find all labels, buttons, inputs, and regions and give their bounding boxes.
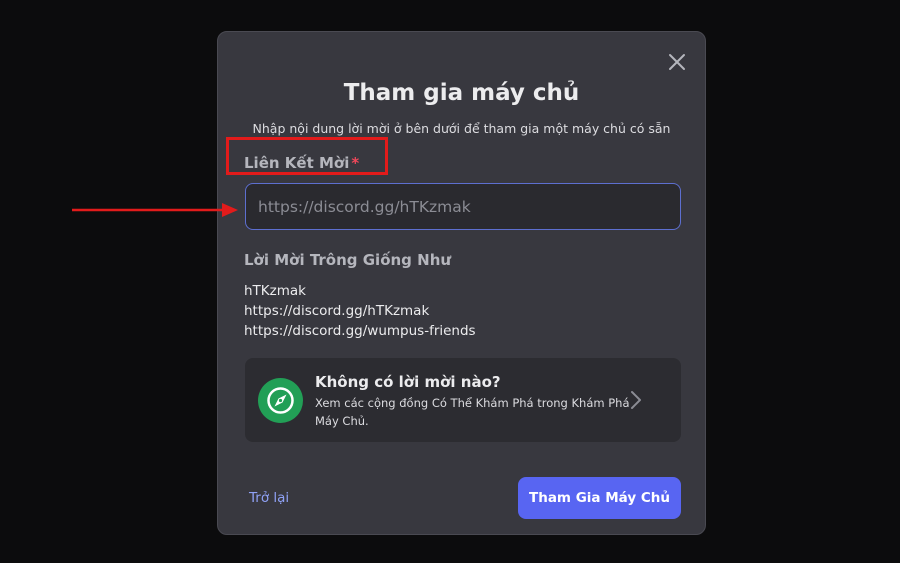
example-item: hTKzmak <box>244 283 306 299</box>
compass-icon <box>267 387 294 414</box>
example-item: https://discord.gg/hTKzmak <box>244 303 430 319</box>
join-server-button[interactable]: Tham Gia Máy Chủ <box>518 477 681 519</box>
chevron-right-icon <box>631 391 641 409</box>
modal-title: Tham gia máy chủ <box>343 80 580 106</box>
example-item: https://discord.gg/wumpus-friends <box>244 323 476 339</box>
examples-heading: Lời Mời Trông Giống Như <box>244 251 452 269</box>
annotation-highlight-box <box>226 137 388 175</box>
close-button[interactable] <box>665 50 689 74</box>
compass-icon-badge <box>258 378 303 423</box>
discover-servers-card[interactable]: Không có lời mời nào? Xem các cộng đồng … <box>245 358 681 442</box>
annotation-arrow-icon <box>72 203 238 217</box>
close-icon <box>669 54 685 70</box>
discover-card-title: Không có lời mời nào? <box>315 373 501 391</box>
examples-list: hTKzmak https://discord.gg/hTKzmak https… <box>244 281 476 341</box>
back-button[interactable]: Trở lại <box>249 488 289 508</box>
discover-card-description: Xem các cộng đồng Có Thể Khám Phá trong … <box>315 396 630 428</box>
screen: Tham gia máy chủ Nhập nội dung lời mời ở… <box>0 0 900 563</box>
join-server-modal: Tham gia máy chủ Nhập nội dung lời mời ở… <box>217 31 706 535</box>
modal-subtitle: Nhập nội dung lời mời ở bên dưới để tham… <box>252 121 671 136</box>
invite-link-input[interactable] <box>245 183 681 230</box>
